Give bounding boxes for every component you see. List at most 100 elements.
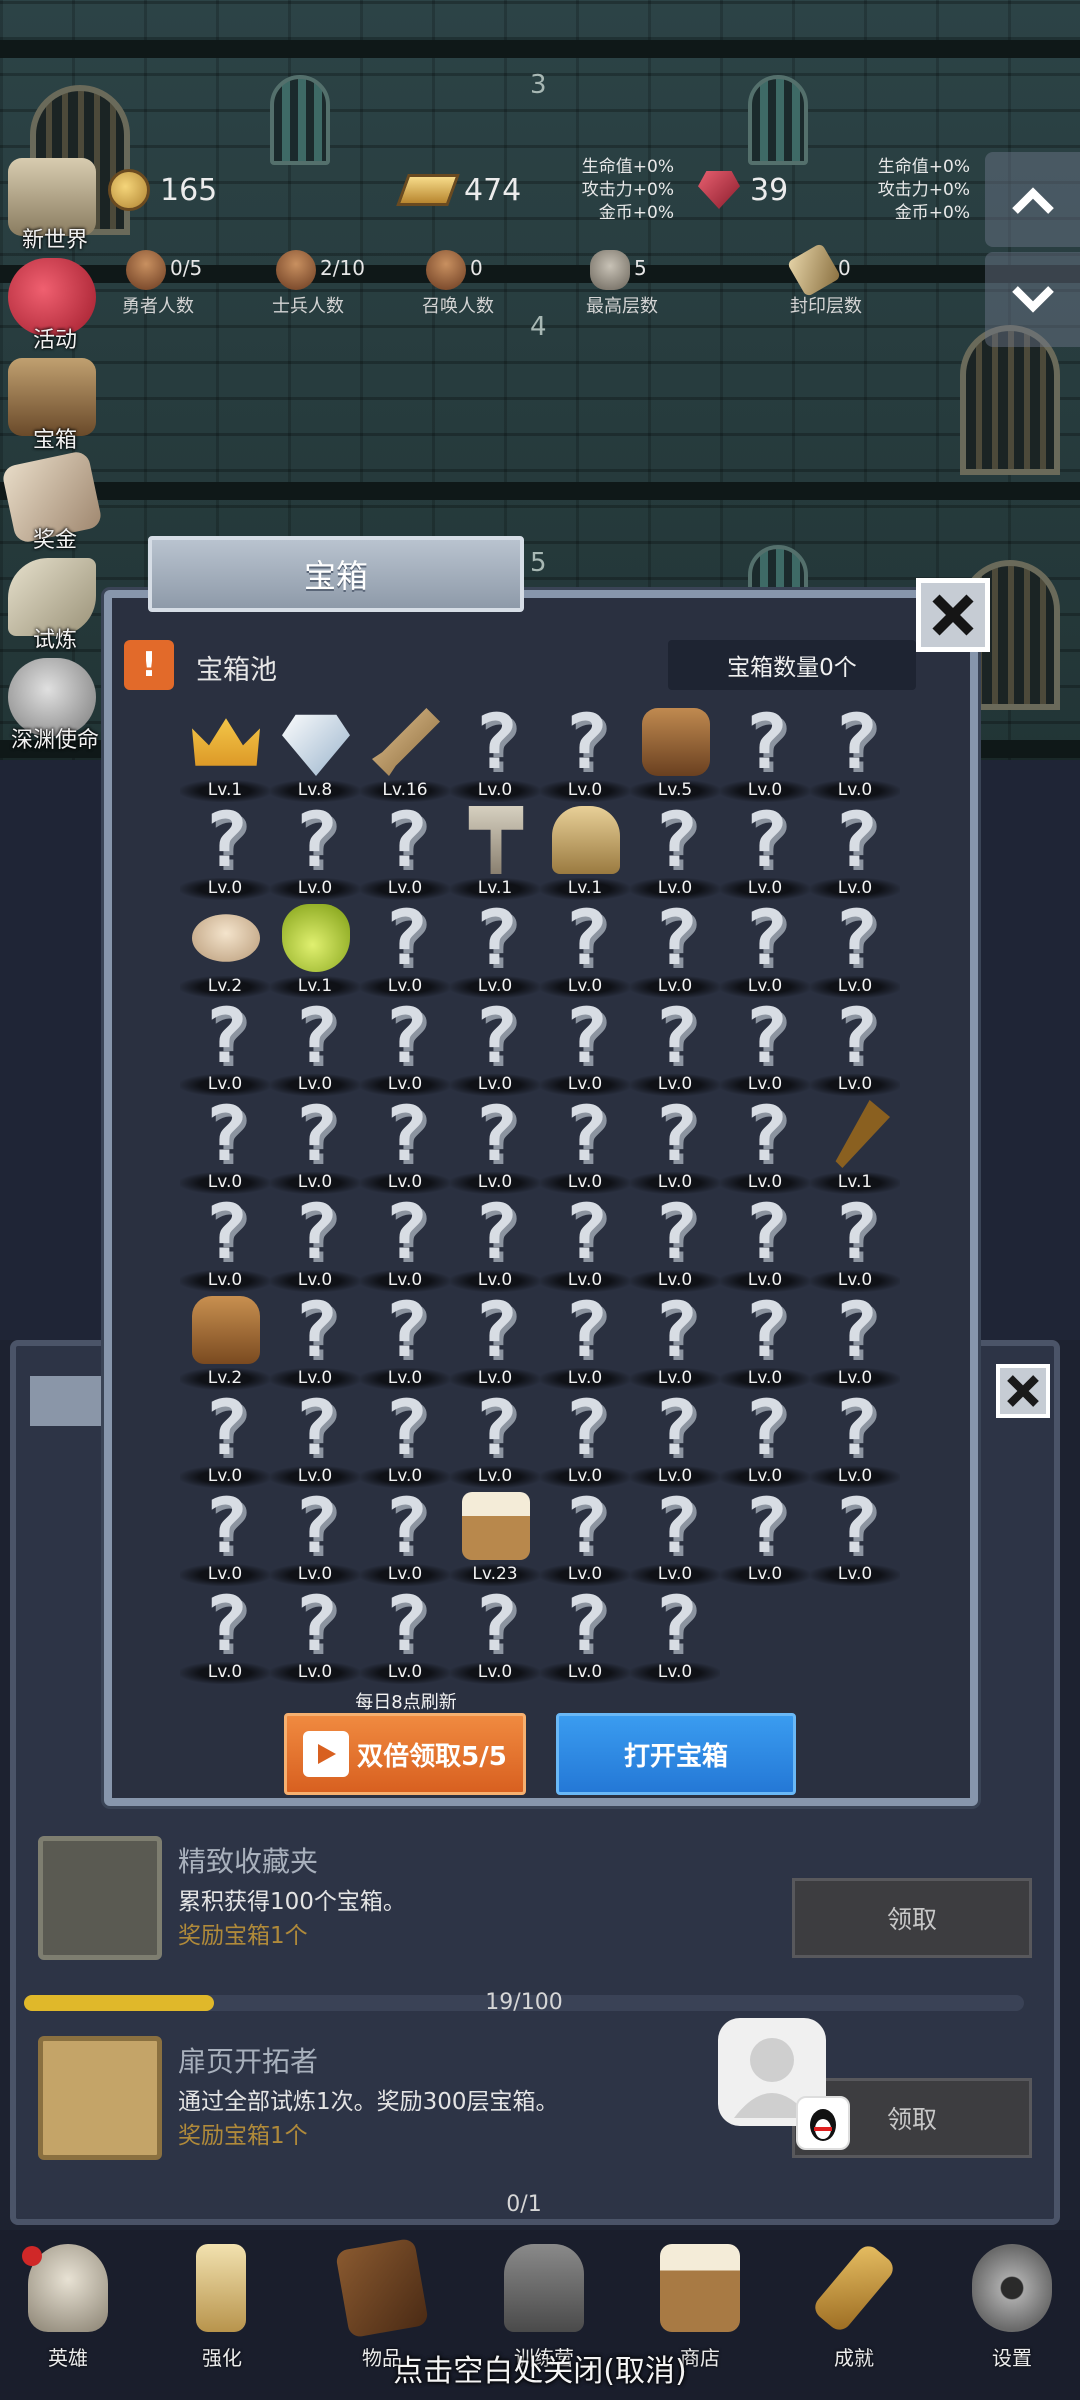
chest-item-unknown[interactable]: ? Lv.0 — [720, 1190, 810, 1292]
side-trial[interactable]: 试炼 — [0, 558, 110, 658]
chest-item-unknown[interactable]: ? Lv.0 — [720, 896, 810, 998]
quest-item: 扉页开拓者 通过全部试炼1次。奖励300层宝箱。 奖励宝箱1个 领取 — [24, 2018, 1044, 2193]
dialog-close-button[interactable] — [916, 578, 990, 652]
chest-item-backpack[interactable]: Lv.5 — [630, 700, 720, 802]
side-chest[interactable]: 宝箱 — [0, 358, 110, 458]
chest-item-unknown[interactable]: ? Lv.0 — [630, 795, 720, 900]
chest-item-unknown[interactable]: ? Lv.0 — [630, 1092, 720, 1194]
chest-item-unknown[interactable]: ? Lv.0 — [270, 1092, 360, 1194]
chest-item-unknown[interactable]: ? Lv.0 — [810, 798, 900, 900]
chest-item-unknown[interactable]: ? Lv.0 — [270, 1288, 360, 1390]
chest-item-unknown[interactable]: ? Lv.0 — [810, 896, 900, 998]
chest-item-unknown[interactable]: ? Lv.0 — [630, 896, 720, 998]
chest-item-unknown[interactable]: ? Lv.0 — [810, 700, 900, 802]
chest-item-unknown[interactable]: ? Lv.0 — [720, 1288, 810, 1390]
chest-item-unknown[interactable]: ? Lv.0 — [720, 1386, 810, 1488]
chest-item-unknown[interactable]: ? Lv.0 — [540, 1386, 630, 1488]
chest-item-torch[interactable]: Lv.1 — [810, 1092, 900, 1194]
chest-item-unknown[interactable]: ? Lv.0 — [450, 896, 540, 998]
chest-item-unknown[interactable]: ? Lv.0 — [450, 1190, 540, 1292]
chest-item-unknown[interactable]: ? Lv.0 — [360, 1190, 450, 1292]
question-mark-icon: ? — [563, 1187, 609, 1276]
question-mark-icon: ? — [833, 1187, 879, 1276]
chest-item-sword[interactable]: Lv.16 — [360, 700, 450, 802]
chest-item-unknown[interactable]: ? Lv.0 — [270, 798, 360, 900]
chest-item-unknown[interactable]: ? Lv.0 — [360, 1386, 450, 1488]
question-mark-icon: ? — [653, 795, 699, 884]
chest-item-unknown[interactable]: ? Lv.0 — [180, 994, 270, 1096]
chest-item-unknown[interactable]: ? Lv.0 — [720, 1484, 810, 1586]
chest-item-bread[interactable]: Lv.2 — [180, 896, 270, 998]
tap-to-close-hint[interactable]: 点击空白处关闭(取消) — [0, 2346, 1080, 2390]
chest-item-unknown[interactable]: ? Lv.0 — [270, 994, 360, 1096]
side-new-world[interactable]: 新世界 — [0, 158, 110, 258]
chest-item-unknown[interactable]: ? Lv.0 — [360, 1092, 450, 1194]
claim-button[interactable]: 领取 — [792, 1878, 1032, 1958]
chest-item-unknown[interactable]: ? Lv.0 — [360, 1288, 450, 1390]
chest-item-unknown[interactable]: ? Lv.0 — [540, 1092, 630, 1194]
chest-item-unknown[interactable]: ? Lv.0 — [540, 1582, 630, 1684]
double-claim-button[interactable]: 双倍领取5/5 — [284, 1713, 526, 1795]
chest-item-unknown[interactable]: ? Lv.0 — [540, 700, 630, 802]
side-events[interactable]: 活动 — [0, 258, 110, 358]
chest-item-unknown[interactable]: ? Lv.0 — [270, 1484, 360, 1586]
chest-item-unknown[interactable]: ? Lv.0 — [450, 1092, 540, 1194]
chest-item-hammer[interactable]: Lv.1 — [450, 798, 540, 900]
chest-item-unknown[interactable]: ? Lv.0 — [630, 994, 720, 1096]
panel-close-button[interactable] — [996, 1364, 1050, 1418]
stat-label: 勇者人数 — [122, 296, 194, 317]
chest-item-knight-helmet[interactable]: Lv.1 — [540, 798, 630, 900]
chest-item-unknown[interactable]: ? Lv.0 — [630, 1190, 720, 1292]
chest-item-unknown[interactable]: ? Lv.0 — [810, 1187, 900, 1292]
chest-item-unknown[interactable]: ? Lv.0 — [450, 700, 540, 802]
chest-item-diamond[interactable]: Lv.8 — [270, 700, 360, 802]
chest-item-unknown[interactable]: ? Lv.0 — [630, 1288, 720, 1390]
chest-item-unknown[interactable]: ? Lv.0 — [810, 994, 900, 1096]
chest-item-unknown[interactable]: ? Lv.0 — [180, 798, 270, 900]
chest-item-unknown[interactable]: ? Lv.0 — [540, 1484, 630, 1586]
chest-item-unknown[interactable]: ? Lv.0 — [720, 1092, 810, 1194]
chest-item-leather-bag[interactable]: Lv.2 — [180, 1288, 270, 1390]
chest-item-unknown[interactable]: ? Lv.0 — [450, 1386, 540, 1488]
chest-item-unknown[interactable]: ? Lv.0 — [270, 1582, 360, 1684]
chest-item-unknown[interactable]: ? Lv.0 — [180, 1582, 270, 1684]
chest-item-unknown[interactable]: ? Lv.0 — [810, 1288, 900, 1390]
chest-item-unknown[interactable]: ? Lv.0 — [450, 1579, 540, 1684]
chest-item-unknown[interactable]: ? Lv.0 — [270, 1190, 360, 1292]
chest-item-unknown[interactable]: ? Lv.0 — [720, 994, 810, 1096]
chest-item-unknown[interactable]: ? Lv.0 — [540, 1187, 630, 1292]
qq-penguin-icon[interactable] — [796, 2096, 850, 2150]
gold-coin-value: 165 — [160, 172, 218, 208]
chest-item-unknown[interactable]: ? Lv.0 — [720, 798, 810, 900]
chest-item-unknown[interactable]: ? Lv.0 — [360, 994, 450, 1096]
chest-item-unknown[interactable]: ? Lv.0 — [540, 1288, 630, 1390]
chest-item-unknown[interactable]: ? Lv.0 — [360, 798, 450, 900]
question-mark-icon: ? — [473, 1579, 519, 1668]
chest-item-potion[interactable]: Lv.1 — [270, 896, 360, 998]
chest-item-unknown[interactable]: ? Lv.0 — [450, 1288, 540, 1390]
side-bounty[interactable]: 奖金 — [0, 449, 110, 558]
chest-item-unknown[interactable]: ? Lv.0 — [630, 1484, 720, 1586]
chest-item-unknown[interactable]: ? Lv.0 — [810, 1484, 900, 1586]
chest-item-unknown[interactable]: ? Lv.0 — [360, 1484, 450, 1586]
scroll-up-button[interactable] — [985, 152, 1080, 247]
side-abyss[interactable]: 深渊使命 — [0, 658, 110, 758]
chest-item-unknown[interactable]: ? Lv.0 — [540, 994, 630, 1096]
chest-item-unknown[interactable]: ? Lv.0 — [270, 1386, 360, 1488]
chest-item-crown[interactable]: Lv.1 — [180, 700, 270, 802]
chest-item-beer-mug[interactable]: Lv.23 — [450, 1484, 540, 1586]
chest-item-unknown[interactable]: ? Lv.0 — [540, 896, 630, 998]
chest-item-unknown[interactable]: ? Lv.0 — [720, 700, 810, 802]
chest-item-unknown[interactable]: ? Lv.0 — [180, 1190, 270, 1292]
chest-item-unknown[interactable]: ? Lv.0 — [180, 1484, 270, 1586]
open-chest-button[interactable]: 打开宝箱 — [556, 1713, 796, 1795]
chest-item-unknown[interactable]: ? Lv.0 — [360, 1582, 450, 1684]
chest-item-unknown[interactable]: ? Lv.0 — [810, 1386, 900, 1488]
chest-item-unknown[interactable]: ? Lv.0 — [450, 994, 540, 1096]
chest-item-unknown[interactable]: ? Lv.0 — [630, 1386, 720, 1488]
chest-item-unknown[interactable]: ? Lv.0 — [180, 1386, 270, 1488]
scroll-down-button[interactable] — [985, 252, 1080, 347]
chest-item-unknown[interactable]: ? Lv.0 — [180, 1092, 270, 1194]
chest-item-unknown[interactable]: ? Lv.0 — [630, 1582, 720, 1684]
chest-item-unknown[interactable]: ? Lv.0 — [360, 896, 450, 998]
